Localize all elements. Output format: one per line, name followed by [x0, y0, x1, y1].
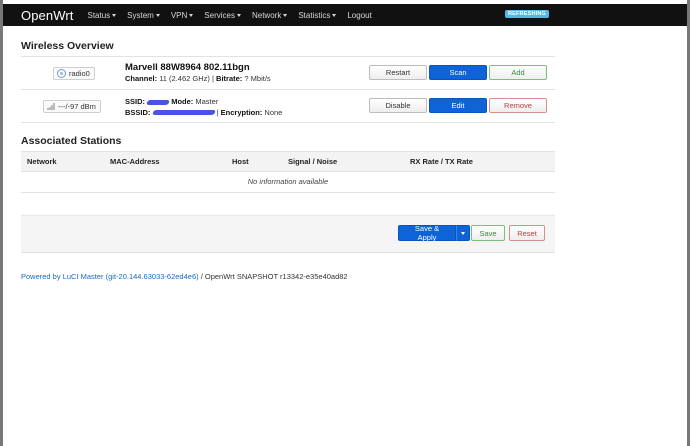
wireless-overview-title: Wireless Overview [21, 40, 114, 52]
column-network: Network [27, 157, 57, 166]
wifi-radio-icon [57, 69, 66, 78]
chevron-down-icon [461, 231, 465, 235]
column-rx-tx-rate: RX Rate / TX Rate [410, 157, 473, 166]
menu-vpn[interactable]: VPN [171, 11, 194, 20]
redacted-scribble [146, 99, 171, 105]
save-apply-split-button: Save & Apply [398, 224, 470, 242]
associated-stations-table: Network MAC-Address Host Signal / Noise … [21, 151, 555, 193]
column-host: Host [232, 157, 249, 166]
menu-status[interactable]: Status [87, 11, 117, 20]
menu-logout[interactable]: Logout [347, 11, 371, 20]
save-apply-dropdown-toggle[interactable] [456, 225, 470, 241]
bssid-line: BSSID: | Encryption: None [125, 107, 283, 117]
chevron-down-icon [283, 13, 288, 17]
main-menu: Status System VPN Services Network Stati… [87, 11, 382, 20]
associated-stations-title: Associated Stations [21, 135, 122, 147]
redacted-scribble [151, 110, 216, 116]
column-signal-noise: Signal / Noise [288, 157, 338, 166]
footer: Powered by LuCI Master (git-20.144.63033… [21, 272, 348, 281]
add-button[interactable]: Add [489, 65, 547, 80]
menu-system[interactable]: System [127, 11, 160, 20]
chevron-down-icon [236, 13, 241, 17]
radio-device-row: radio0 Marvell 88W8964 802.11bgn Channel… [21, 57, 555, 90]
signal-badge: ---/-97 dBm [43, 100, 101, 113]
remove-button[interactable]: Remove [489, 98, 547, 113]
wireless-overview-table: radio0 Marvell 88W8964 802.11bgn Channel… [21, 56, 555, 123]
menu-services[interactable]: Services [204, 11, 241, 20]
signal-strength-icon [47, 103, 55, 110]
empty-state-text: No information available [21, 172, 555, 193]
table-header-row: Network MAC-Address Host Signal / Noise … [21, 152, 555, 172]
scan-button[interactable]: Scan [429, 65, 487, 80]
column-mac-address: MAC-Address [110, 157, 160, 166]
form-actions: Save & Apply Save Reset [21, 215, 555, 253]
edit-button[interactable]: Edit [429, 98, 487, 113]
ssid-line: SSID: Mode: Master [125, 97, 219, 106]
chevron-down-icon [189, 13, 194, 17]
save-button[interactable]: Save [471, 225, 505, 241]
wireless-network-row: ---/-97 dBm SSID: Mode: Master BSSID: | … [21, 90, 555, 123]
device-info: Marvell 88W8964 802.11bgn Channel: 11 (2… [125, 62, 271, 85]
reset-button[interactable]: Reset [509, 225, 545, 241]
chevron-down-icon [332, 13, 337, 17]
brand-logo[interactable]: OpenWrt [21, 8, 73, 23]
openwrt-version-text: / OpenWrt SNAPSHOT r13342-e35e40ad82 [200, 272, 348, 281]
chevron-down-icon [112, 13, 117, 17]
refreshing-badge[interactable]: REFRESHING [504, 10, 549, 18]
radio-badge: radio0 [53, 67, 95, 80]
top-navbar: OpenWrt Status System VPN Services Netwo… [3, 4, 687, 26]
disable-button[interactable]: Disable [369, 98, 427, 113]
menu-network[interactable]: Network [252, 11, 288, 20]
network-info: SSID: Mode: Master BSSID: | Encryption: … [125, 97, 282, 118]
restart-button[interactable]: Restart [369, 65, 427, 80]
menu-statistics[interactable]: Statistics [298, 11, 337, 20]
chevron-down-icon [155, 13, 160, 17]
save-apply-button[interactable]: Save & Apply [398, 224, 456, 242]
device-details: Channel: 11 (2.462 GHz) | Bitrate: ? Mbi… [125, 74, 271, 83]
device-name: Marvell 88W8964 802.11bgn [125, 62, 250, 73]
luci-version-link[interactable]: Powered by LuCI Master (git-20.144.63033… [21, 272, 199, 281]
page: OpenWrt Status System VPN Services Netwo… [0, 0, 690, 446]
